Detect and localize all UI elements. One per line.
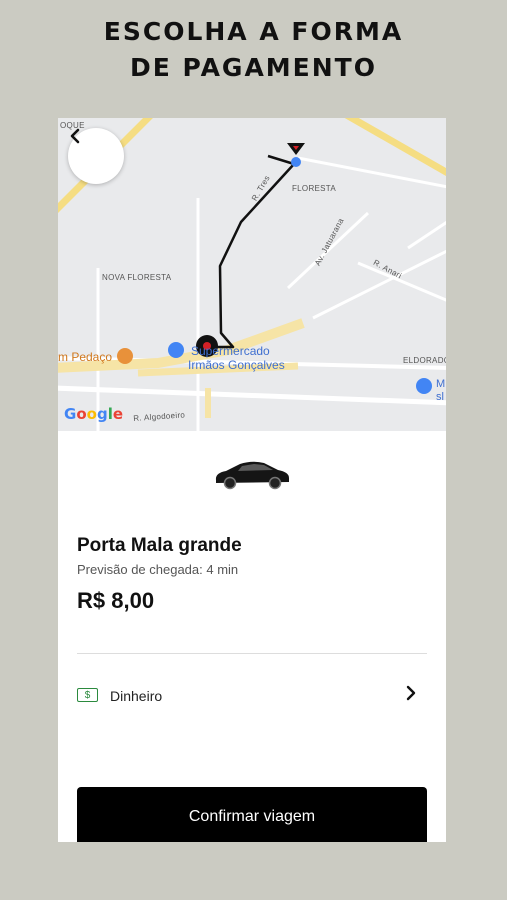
poi-ms-line-1: M [436,378,446,390]
street [58,385,446,406]
map-label-floresta: FLORESTA [292,184,337,193]
street [407,220,446,250]
poi-supermercado-line-1: Supermercado [191,344,270,358]
shopping-cart-icon [168,342,184,358]
poi-ms[interactable]: M sl [436,378,445,404]
car-icon [215,461,289,490]
main-road-east [344,118,446,177]
cash-icon: $ [77,688,98,702]
ride-sheet: Porta Mala grande Previsão de chegada: 4… [58,431,446,842]
headline: ESCOLHA A FORMA DE PAGAMENTO [0,14,507,86]
ride-product-name: Porta Mala grande [77,535,242,556]
chevron-left-icon [70,128,80,144]
poi-supermercado-line-2: Irmãos Gonçalves [188,358,285,372]
restaurant-icon [117,348,133,364]
payment-method-row[interactable]: $ Dinheiro [77,683,427,711]
confirm-ride-button[interactable]: Confirmar viagem [77,787,427,842]
street [357,261,446,302]
ride-eta: Previsão de chegada: 4 min [77,562,239,577]
headline-line-2: DE PAGAMENTO [130,53,377,82]
map-label-eldorado: ELDORADO [403,356,446,365]
google-logo: Google [64,405,124,423]
poi-pedaco[interactable]: m Pedaço [58,350,112,364]
ride-price: R$ 8,00 [77,588,155,613]
payment-method-label: Dinheiro [110,688,163,704]
map-label-nova-floresta: NOVA FLORESTA [102,273,172,282]
route-line [205,154,296,349]
poi-ms-line-2: sl [436,391,444,403]
map-view[interactable]: OQUE FLORESTA NOVA FLORESTA Av. Jatuaran… [58,118,446,431]
street [312,249,446,320]
headline-line-1: ESCOLHA A FORMA [103,17,404,46]
divider [77,653,427,654]
chevron-right-icon [406,685,416,701]
back-button[interactable] [68,128,124,184]
poi-supermercado[interactable]: Supermercado Irmãos Gonçalves [188,344,285,372]
origin-dot [291,157,301,167]
phone-screen: OQUE FLORESTA NOVA FLORESTA Av. Jatuaran… [58,118,446,842]
shopping-bag-icon [416,378,432,394]
